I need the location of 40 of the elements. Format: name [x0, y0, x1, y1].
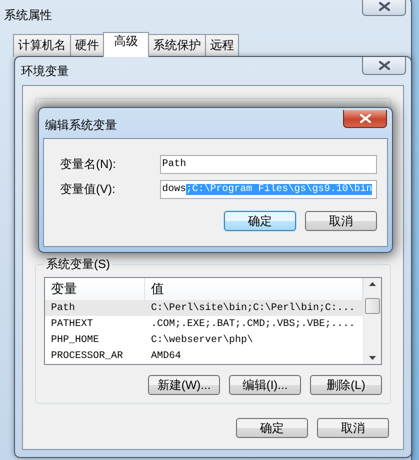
dialog-button[interactable]: 取消	[317, 418, 389, 438]
field-label: 变量值(V):	[60, 181, 116, 198]
dialog-button[interactable]: 确定	[224, 211, 296, 231]
dialog-button[interactable]: 确定	[236, 418, 308, 438]
scroll-down-icon[interactable]	[369, 356, 376, 360]
table-cell[interactable]: PHP_HOME	[45, 332, 145, 348]
column-header[interactable]: 值	[145, 278, 363, 301]
scrollbar[interactable]	[363, 278, 381, 364]
tab[interactable]: 硬件	[70, 34, 104, 57]
input-field[interactable]: Path	[160, 155, 377, 174]
table-cell[interactable]: C:\webserver\php\	[145, 332, 363, 348]
close-button[interactable]	[362, 57, 406, 75]
dialog-title: 编辑系统变量	[45, 117, 117, 134]
tab[interactable]: 计算机名	[13, 34, 71, 57]
close-icon	[378, 61, 390, 70]
table-cell[interactable]: PROCESSOR_AR	[45, 348, 145, 364]
dialog-button[interactable]: 取消	[305, 211, 377, 231]
field-label: 变量名(N):	[60, 156, 117, 173]
close-icon	[360, 114, 370, 123]
close-button[interactable]	[362, 0, 406, 16]
tab[interactable]: 高级	[103, 32, 149, 57]
tab[interactable]: 系统保护	[148, 34, 206, 57]
scroll-thumb[interactable]	[365, 298, 380, 314]
close-icon	[378, 2, 390, 11]
window-title: 系统属性	[4, 7, 52, 24]
list-button[interactable]: 删除(L)	[310, 375, 382, 395]
tab[interactable]: 远程	[205, 34, 239, 57]
table-cell[interactable]: .COM;.EXE;.BAT;.CMD;.VBS;.VBE;....	[145, 316, 363, 332]
dialog-title: 环境变量	[21, 63, 69, 80]
list-button[interactable]: 编辑(I)...	[229, 375, 301, 395]
column-header[interactable]: 变量	[45, 278, 145, 301]
table-cell[interactable]: AMD64	[145, 348, 363, 364]
table-cell[interactable]: C:\Perl\site\bin;C:\Perl\bin;C:...	[145, 300, 363, 316]
input-field[interactable]: dows;C:\Program Files\gs\gs9.10\bin	[160, 180, 377, 199]
close-button[interactable]	[343, 110, 387, 128]
list-button[interactable]: 新建(W)...	[148, 375, 220, 395]
group-label: 系统变量(S)	[45, 256, 111, 273]
table-cell[interactable]: PATHEXT	[45, 316, 145, 332]
table-cell[interactable]: Path	[45, 300, 145, 316]
scroll-up-icon[interactable]	[369, 282, 376, 286]
